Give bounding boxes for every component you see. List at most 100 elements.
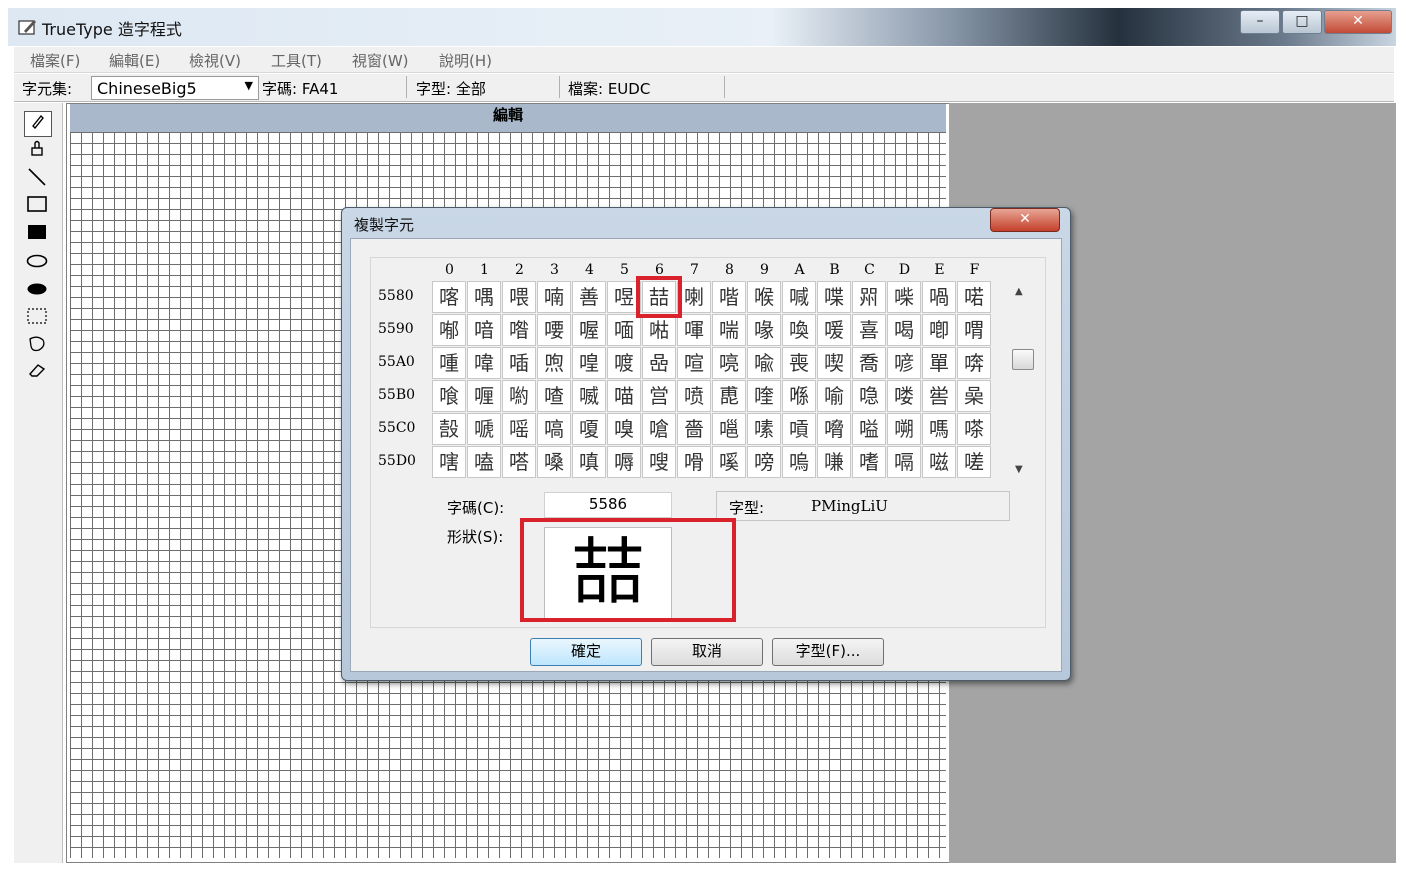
character-cell[interactable]: 喵 <box>607 380 641 412</box>
character-cell[interactable]: 喩 <box>747 347 781 379</box>
character-cell[interactable]: 喐 <box>432 314 466 346</box>
character-cell[interactable]: 喊 <box>782 281 816 313</box>
charset-select[interactable]: ChineseBig5 ▼ <box>91 76 259 100</box>
character-cell[interactable]: 善 <box>572 281 606 313</box>
character-cell[interactable]: 嗉 <box>747 413 781 445</box>
minimize-button[interactable]: – <box>1240 10 1280 34</box>
character-cell[interactable]: 喠 <box>432 347 466 379</box>
eraser-icon[interactable] <box>24 361 50 385</box>
character-cell[interactable]: 喬 <box>852 347 886 379</box>
character-cell[interactable]: 嗋 <box>817 413 851 445</box>
character-cell[interactable]: 喼 <box>852 380 886 412</box>
character-cell[interactable]: 喣 <box>537 347 571 379</box>
character-cell[interactable]: 喱 <box>467 380 501 412</box>
character-cell[interactable]: 喧 <box>677 347 711 379</box>
character-cell[interactable]: 喁 <box>467 281 501 313</box>
character-cell[interactable]: 喓 <box>537 314 571 346</box>
cancel-button[interactable]: 取消 <box>651 638 763 666</box>
character-cell[interactable]: 嗁 <box>467 413 501 445</box>
character-cell[interactable]: 喂 <box>502 281 536 313</box>
character-cell[interactable]: 嗄 <box>572 413 606 445</box>
character-cell[interactable]: 嗑 <box>467 446 501 478</box>
maximize-button[interactable]: □ <box>1282 10 1322 34</box>
character-cell[interactable]: 喎 <box>922 281 956 313</box>
character-cell[interactable]: 喇 <box>677 281 711 313</box>
character-cell[interactable]: 嗔 <box>572 446 606 478</box>
character-cell[interactable]: 嗘 <box>712 446 746 478</box>
character-cell[interactable]: 嗂 <box>502 413 536 445</box>
character-cell[interactable]: 嗗 <box>677 446 711 478</box>
ok-button[interactable]: 確定 <box>530 638 642 666</box>
character-cell[interactable]: 喹 <box>747 380 781 412</box>
character-cell[interactable]: 嗟 <box>957 446 991 478</box>
character-cell[interactable]: 嗜 <box>852 446 886 478</box>
grid-scrollbar[interactable] <box>1010 282 1036 478</box>
character-cell[interactable]: 喳 <box>537 380 571 412</box>
dialog-close-button[interactable]: ✕ <box>990 208 1060 232</box>
ellipse-outline-icon[interactable] <box>24 251 50 275</box>
character-cell[interactable]: 嗃 <box>537 413 571 445</box>
character-cell[interactable]: 喭 <box>887 347 921 379</box>
character-cell[interactable]: 嗅 <box>607 413 641 445</box>
brush-icon[interactable] <box>24 139 50 163</box>
scroll-up-icon[interactable]: ▲ <box>1015 286 1023 297</box>
character-cell[interactable]: 喀 <box>432 281 466 313</box>
menu-file[interactable]: 檔案(F) <box>30 50 80 71</box>
character-cell[interactable]: 喖 <box>642 314 676 346</box>
character-cell[interactable]: 喸 <box>712 380 746 412</box>
character-cell[interactable]: 喢 <box>502 347 536 379</box>
character-cell[interactable]: 嗓 <box>537 446 571 478</box>
character-cell[interactable]: 嗌 <box>852 413 886 445</box>
character-cell[interactable]: 喋 <box>817 281 851 313</box>
scroll-thumb[interactable] <box>1012 349 1034 370</box>
character-cell[interactable]: 喚 <box>782 314 816 346</box>
character-cell[interactable]: 嗝 <box>887 446 921 478</box>
character-cell[interactable]: 嗈 <box>712 413 746 445</box>
rectangle-outline-icon[interactable] <box>24 195 50 219</box>
character-cell[interactable]: 喨 <box>712 347 746 379</box>
character-cell[interactable]: 嗆 <box>642 413 676 445</box>
character-cell[interactable]: 喦 <box>642 347 676 379</box>
character-cell[interactable]: 喜 <box>852 314 886 346</box>
character-cell[interactable]: 喿 <box>957 380 991 412</box>
character-cell[interactable]: 喺 <box>782 380 816 412</box>
character-cell[interactable]: 嗞 <box>922 446 956 478</box>
character-cell[interactable]: 嗛 <box>817 446 851 478</box>
character-cell[interactable]: 喤 <box>572 347 606 379</box>
menu-window[interactable]: 視窗(W) <box>352 50 409 71</box>
character-cell[interactable]: 嗏 <box>957 413 991 445</box>
character-cell[interactable]: 喽 <box>887 380 921 412</box>
character-cell[interactable]: 喕 <box>607 314 641 346</box>
character-cell[interactable]: 喯 <box>957 347 991 379</box>
freeform-select-icon[interactable] <box>24 335 50 359</box>
character-cell[interactable]: 営 <box>642 380 676 412</box>
font-button[interactable]: 字型(F)... <box>772 638 884 666</box>
character-cell[interactable]: 喞 <box>922 314 956 346</box>
menu-edit[interactable]: 編輯(E) <box>109 50 160 71</box>
rect-select-icon[interactable] <box>24 307 50 331</box>
character-cell[interactable]: 嗊 <box>782 413 816 445</box>
character-cell[interactable]: 嗚 <box>782 446 816 478</box>
character-cell[interactable]: 喲 <box>502 380 536 412</box>
character-cell[interactable]: 喏 <box>957 281 991 313</box>
character-cell[interactable]: 喒 <box>502 314 536 346</box>
character-cell[interactable]: 喑 <box>467 314 501 346</box>
character-cell[interactable]: 喈 <box>712 281 746 313</box>
menu-help[interactable]: 說明(H) <box>439 50 492 71</box>
character-cell[interactable]: 嗙 <box>747 446 781 478</box>
character-cell[interactable]: 嗖 <box>642 446 676 478</box>
menu-tools[interactable]: 工具(T) <box>271 50 322 71</box>
character-cell[interactable]: 喥 <box>607 347 641 379</box>
character-cell[interactable]: 嗐 <box>432 446 466 478</box>
character-cell[interactable]: 喌 <box>852 281 886 313</box>
character-cell[interactable]: 嗎 <box>922 413 956 445</box>
character-cell[interactable]: 喃 <box>537 281 571 313</box>
pencil-icon[interactable] <box>24 111 52 137</box>
character-cell[interactable]: 喙 <box>747 314 781 346</box>
character-cell[interactable]: 喟 <box>957 314 991 346</box>
character-cell[interactable]: 嗕 <box>607 446 641 478</box>
character-cell[interactable]: 嗀 <box>432 413 466 445</box>
menu-view[interactable]: 檢視(V) <box>189 50 241 71</box>
close-button[interactable]: ✕ <box>1324 10 1392 34</box>
line-icon[interactable] <box>24 167 50 191</box>
